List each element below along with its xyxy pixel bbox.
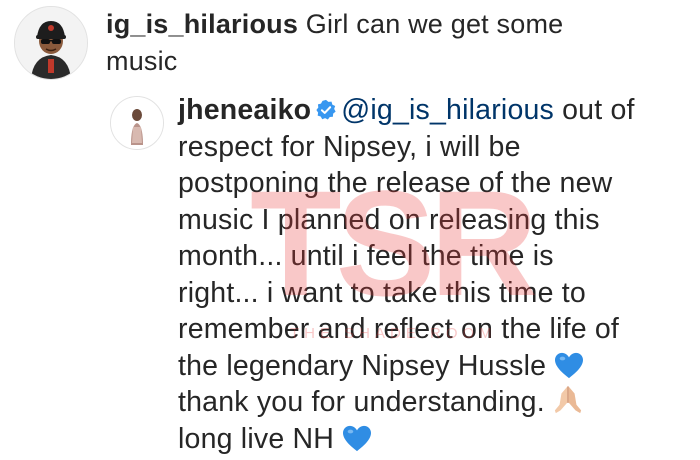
mention-link[interactable]: @ig_is_hilarious <box>341 94 554 126</box>
folded-hands-icon <box>554 385 582 414</box>
reply-item: jheneaiko @ig_is_hilarious out of respec… <box>110 92 692 457</box>
reply-text: long live NH <box>178 422 335 455</box>
reply-text: out of <box>562 94 635 126</box>
comment-body: ig_is_hilarious Girl can we get some mus… <box>106 6 563 80</box>
reply-text: the legendary Nipsey Hussle <box>178 349 547 382</box>
reply-text: right... i want to take this time to <box>178 276 586 309</box>
blue-heart-icon <box>555 352 584 378</box>
bitmoji-avatar-icon <box>15 7 87 79</box>
reply-text: postponing the release of the new <box>178 167 613 199</box>
avatar[interactable] <box>14 6 88 80</box>
reply-text: thank you for understanding. <box>178 386 545 418</box>
reply-text: remember and reflect on the life of <box>178 313 620 345</box>
reply-username[interactable]: jheneaiko <box>178 94 311 126</box>
reply-text: music I planned on releasing this <box>178 203 600 236</box>
comment-username[interactable]: ig_is_hilarious <box>106 9 298 39</box>
comment-thread: ig_is_hilarious Girl can we get some mus… <box>0 0 700 460</box>
reply-text: month... until i feel the time is <box>178 240 554 272</box>
reply-body: jheneaiko @ig_is_hilarious out of respec… <box>178 92 635 457</box>
comment-text: Girl can we get some <box>305 9 564 39</box>
comment-text: music <box>106 46 178 76</box>
verified-badge-icon <box>316 99 336 120</box>
avatar[interactable] <box>110 96 164 150</box>
reply-text: respect for Nipsey, i will be <box>178 130 521 163</box>
profile-photo-icon <box>111 97 163 149</box>
blue-heart-icon <box>343 425 372 451</box>
comment-item: ig_is_hilarious Girl can we get some mus… <box>14 6 690 80</box>
